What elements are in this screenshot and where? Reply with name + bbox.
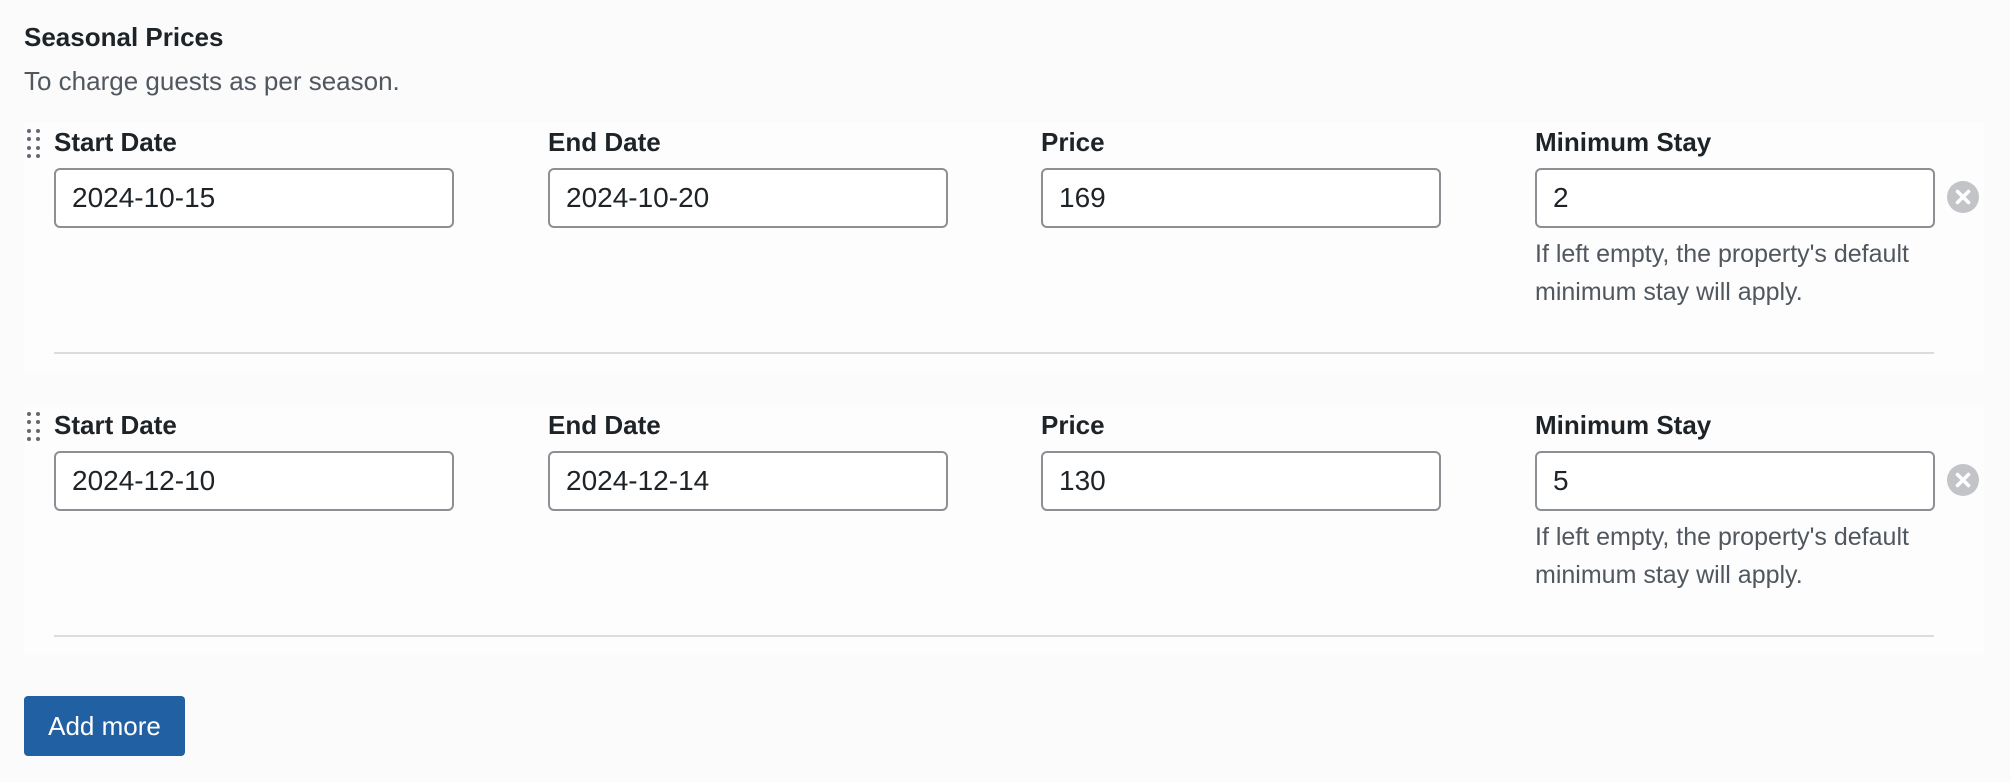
start-date-field: Start Date bbox=[54, 122, 454, 228]
minimum-stay-input[interactable] bbox=[1535, 168, 1935, 228]
add-more-button[interactable]: Add more bbox=[24, 696, 185, 756]
end-date-input[interactable] bbox=[548, 168, 948, 228]
price-label: Price bbox=[1041, 127, 1105, 157]
minimum-stay-label: Minimum Stay bbox=[1535, 127, 1712, 157]
end-date-field: End Date bbox=[548, 122, 948, 228]
price-field: Price bbox=[1041, 122, 1441, 228]
row-divider bbox=[54, 635, 1934, 637]
row-divider bbox=[54, 352, 1934, 354]
end-date-label: End Date bbox=[548, 127, 661, 157]
price-input[interactable] bbox=[1041, 451, 1441, 511]
start-date-input[interactable] bbox=[54, 168, 454, 228]
minimum-stay-hint: If left empty, the property's default mi… bbox=[1535, 240, 1909, 306]
start-date-label: Start Date bbox=[54, 127, 177, 157]
section-description: To charge guests as per season. bbox=[24, 66, 400, 96]
minimum-stay-field: Minimum Stay If left empty, the property… bbox=[1535, 122, 1955, 311]
minimum-stay-label: Minimum Stay bbox=[1535, 410, 1712, 440]
minimum-stay-field: Minimum Stay If left empty, the property… bbox=[1535, 405, 1955, 594]
remove-circle-icon[interactable] bbox=[1947, 181, 1979, 213]
price-field: Price bbox=[1041, 405, 1441, 511]
section-title: Seasonal Prices bbox=[24, 22, 224, 52]
start-date-input[interactable] bbox=[54, 451, 454, 511]
end-date-field: End Date bbox=[548, 405, 948, 511]
price-input[interactable] bbox=[1041, 168, 1441, 228]
seasonal-price-row: Start Date End Date Price Minimum Stay I… bbox=[24, 122, 1984, 372]
minimum-stay-input[interactable] bbox=[1535, 451, 1935, 511]
price-label: Price bbox=[1041, 410, 1105, 440]
drag-handle-icon[interactable] bbox=[27, 412, 41, 442]
start-date-field: Start Date bbox=[54, 405, 454, 511]
remove-circle-icon[interactable] bbox=[1947, 464, 1979, 496]
drag-handle-icon[interactable] bbox=[27, 129, 41, 159]
seasonal-price-row: Start Date End Date Price Minimum Stay I… bbox=[24, 405, 1984, 655]
start-date-label: Start Date bbox=[54, 410, 177, 440]
end-date-input[interactable] bbox=[548, 451, 948, 511]
minimum-stay-hint: If left empty, the property's default mi… bbox=[1535, 523, 1909, 589]
end-date-label: End Date bbox=[548, 410, 661, 440]
